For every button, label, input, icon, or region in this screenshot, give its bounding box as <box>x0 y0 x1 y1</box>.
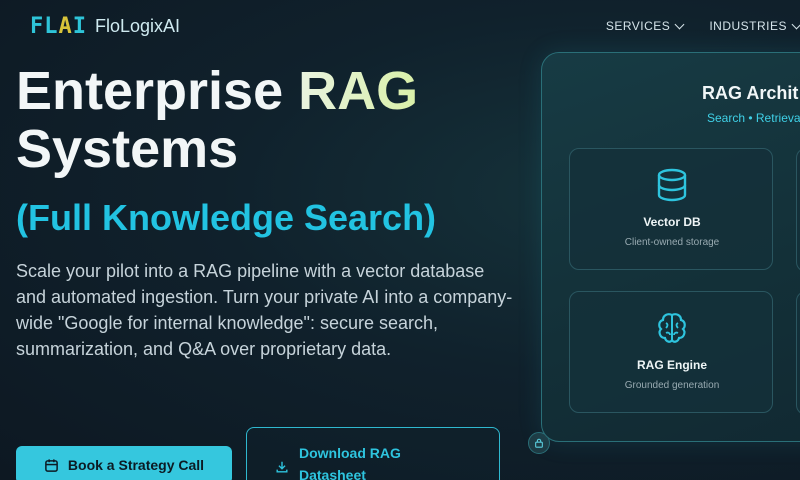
card-subtitle: Client-owned storage <box>624 237 720 248</box>
page: FLAI FloLogixAI SERVICES INDUSTRIES Ente… <box>0 0 800 480</box>
book-strategy-call-button[interactable]: Book a Strategy Call <box>16 446 232 480</box>
nav-services[interactable]: SERVICES <box>606 19 685 33</box>
brain-icon <box>658 313 686 343</box>
database-icon <box>657 168 687 202</box>
card-rag-engine: RAG Engine Grounded generation <box>569 291 773 413</box>
calendar-icon <box>45 458 58 472</box>
logo-mark-icon: FLAI <box>30 14 87 39</box>
logo-text: FloLogixAI <box>95 16 181 36</box>
card-title: Vector DB <box>643 215 701 229</box>
nav-industries[interactable]: INDUSTRIES <box>709 19 800 33</box>
hero-description: Scale your pilot into a RAG pipeline wit… <box>16 261 513 359</box>
card-vector-db: Vector DB Client-owned storage <box>569 148 773 270</box>
card-title: RAG Engine <box>636 358 707 372</box>
logo[interactable]: FLAI FloLogixAI <box>30 14 180 39</box>
chevron-down-icon <box>674 19 685 29</box>
panel-title: RAG Archit <box>702 83 799 103</box>
download-datasheet-button[interactable]: Download RAG Datasheet <box>246 427 500 480</box>
hero-title: Enterprise RAG Systems <box>16 61 419 179</box>
card-peek <box>796 148 800 272</box>
card-peek <box>796 291 800 415</box>
card-subtitle: Grounded generation <box>624 380 720 391</box>
site-header: FLAI FloLogixAI SERVICES INDUSTRIES <box>0 0 800 56</box>
hero-subtitle: (Full Knowledge Search) <box>16 197 437 238</box>
rag-architecture-panel: RAG Archit Search • Retrieva Vector DB C… <box>541 52 800 442</box>
download-icon <box>276 461 288 473</box>
lock-icon <box>535 438 543 448</box>
panel-subtitle: Search • Retrieva <box>707 111 800 125</box>
chevron-down-icon <box>791 19 800 29</box>
main-nav: SERVICES INDUSTRIES <box>606 19 800 33</box>
